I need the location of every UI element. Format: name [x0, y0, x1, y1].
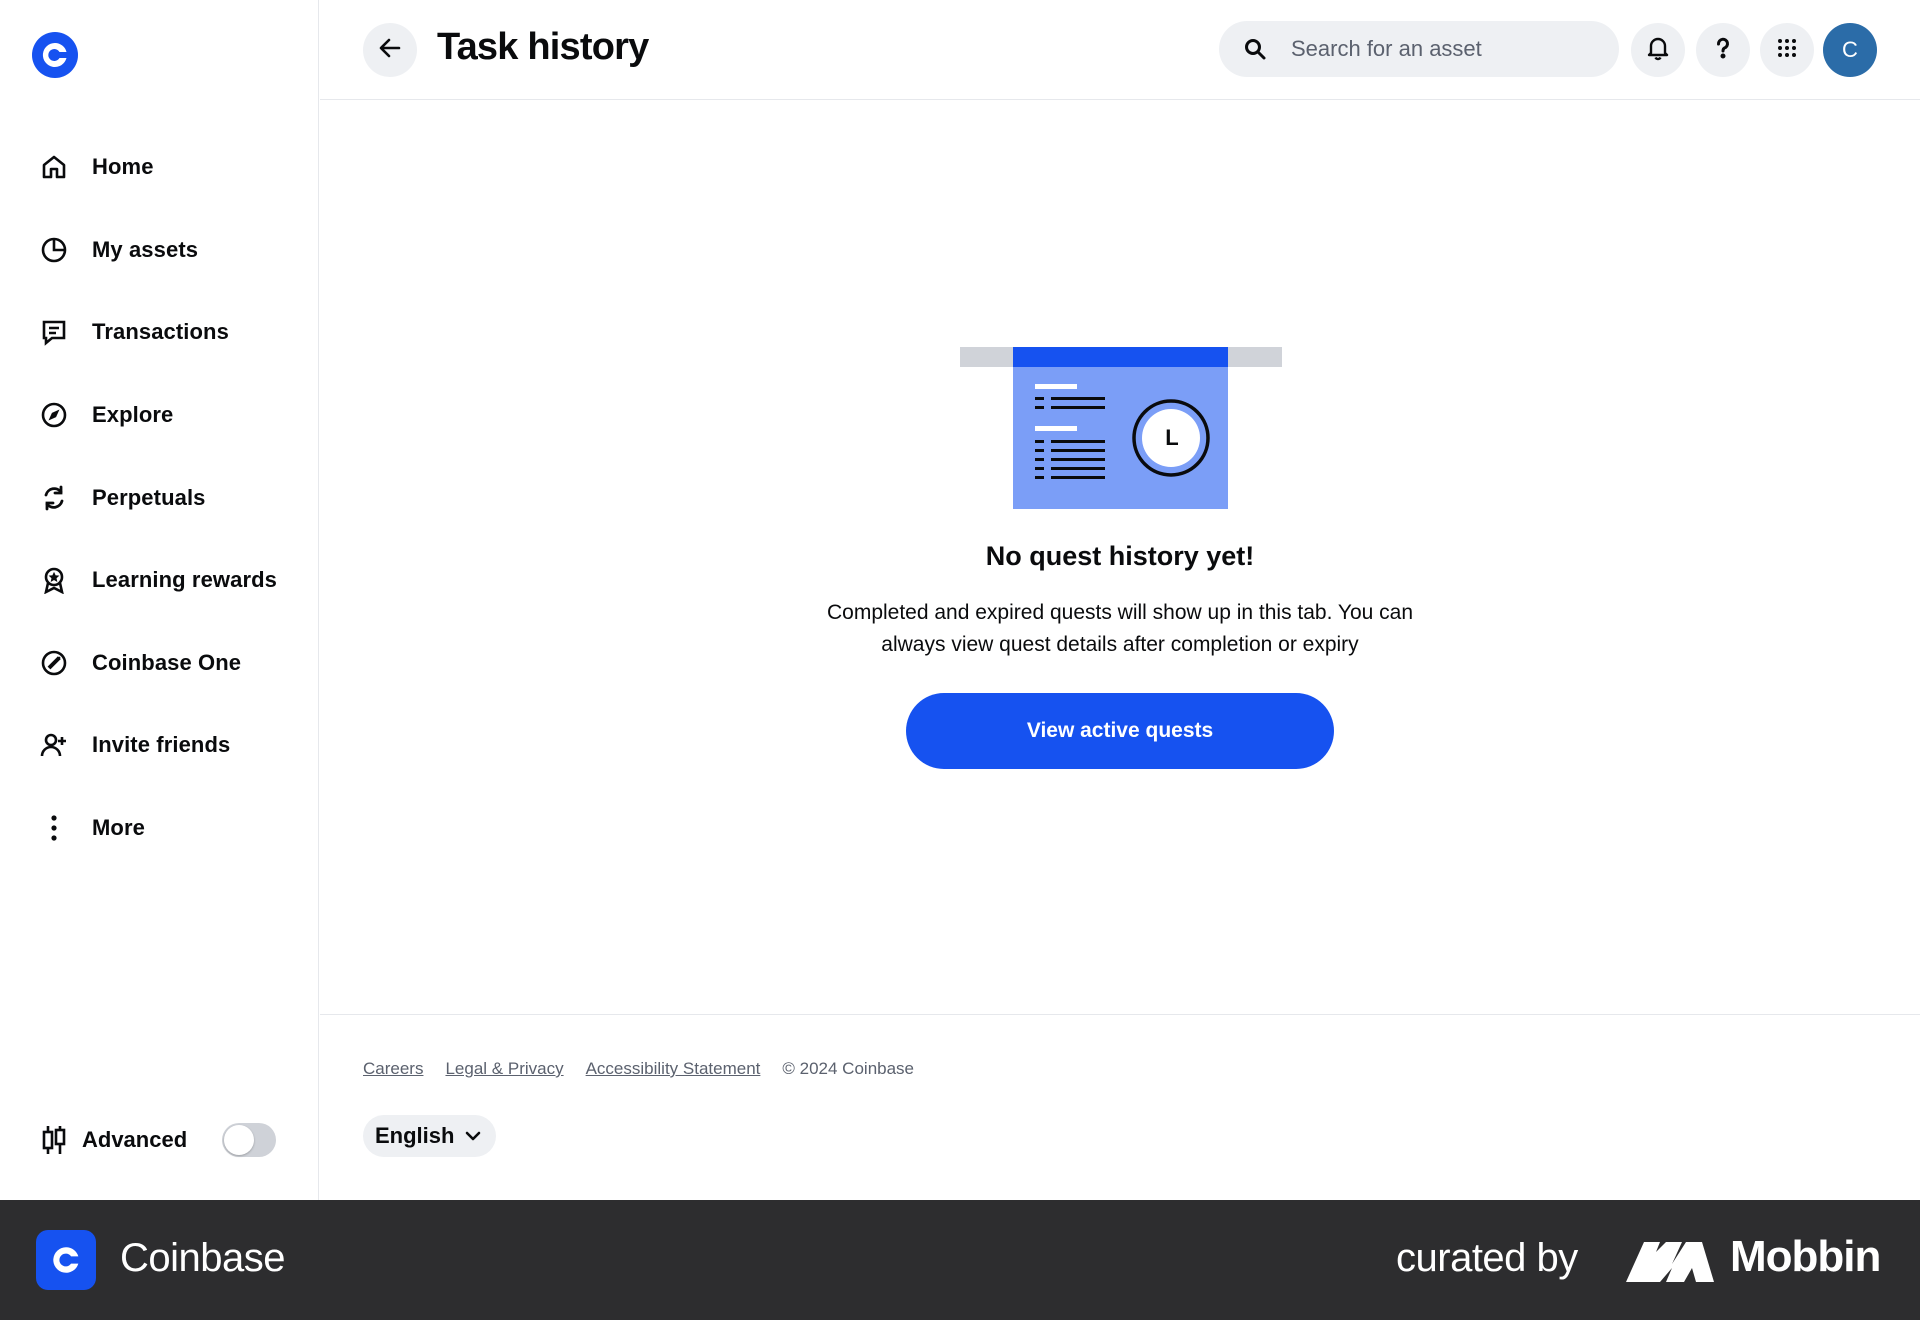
help-button[interactable]: [1696, 23, 1750, 77]
apps-grid-button[interactable]: [1760, 23, 1814, 77]
view-active-quests-button[interactable]: View active quests: [906, 693, 1334, 769]
sidebar-nav: Home My assets Transactions Explore Perp…: [0, 126, 319, 869]
banner-app-name: Coinbase: [120, 1236, 286, 1280]
mobbin-logo-icon: [1626, 1238, 1714, 1282]
grid-icon: [1777, 38, 1797, 63]
sidebar-item-transactions[interactable]: Transactions: [0, 291, 319, 374]
language-label: English: [375, 1123, 455, 1148]
search-icon: [1241, 35, 1269, 63]
sidebar-item-explore[interactable]: Explore: [0, 374, 319, 457]
footer: Careers Legal & Privacy Accessibility St…: [320, 1014, 1920, 1200]
sidebar-item-coinbase-one[interactable]: Coinbase One: [0, 622, 319, 705]
quest-history-illustration: L: [960, 347, 1282, 509]
sidebar: Home My assets Transactions Explore Perp…: [0, 0, 319, 1200]
advanced-toggle[interactable]: [222, 1123, 276, 1157]
refresh-icon: [38, 482, 70, 514]
main-content: L No quest history yet! Completed and ex…: [320, 101, 1920, 1014]
footer-link-careers[interactable]: Careers: [363, 1059, 423, 1079]
sidebar-item-label: Learning rewards: [92, 567, 277, 593]
pie-chart-icon: [38, 234, 70, 266]
sidebar-item-label: More: [92, 815, 145, 841]
sidebar-item-my-assets[interactable]: My assets: [0, 209, 319, 292]
toggle-knob: [224, 1125, 254, 1155]
coinbase-app-icon: [36, 1230, 96, 1290]
more-vertical-icon: [38, 812, 70, 844]
top-header: Task history C: [320, 0, 1920, 100]
arrow-left-icon: [377, 35, 403, 66]
page-title: Task history: [437, 26, 649, 68]
back-button[interactable]: [363, 23, 417, 77]
bell-icon: [1645, 35, 1671, 66]
sidebar-item-label: Home: [92, 154, 154, 180]
language-selector[interactable]: English: [363, 1115, 497, 1157]
sidebar-item-label: Explore: [92, 402, 174, 428]
question-mark-icon: [1710, 35, 1736, 66]
sidebar-item-label: Coinbase One: [92, 649, 242, 675]
sidebar-item-label: Invite friends: [92, 732, 231, 758]
reward-badge-icon: [38, 564, 70, 596]
copyright: © 2024 Coinbase: [782, 1059, 915, 1078]
mobbin-wordmark: Mobbin: [1730, 1232, 1881, 1281]
home-icon: [38, 151, 70, 183]
advanced-label: Advanced: [82, 1127, 188, 1152]
compass-icon: [38, 399, 70, 431]
footer-links: Careers Legal & Privacy Accessibility St…: [363, 1059, 914, 1079]
sidebar-item-learning-rewards[interactable]: Learning rewards: [0, 539, 319, 622]
curated-by-label: curated by: [1396, 1236, 1578, 1280]
candlestick-icon: [40, 1124, 68, 1156]
chevron-down-icon: [464, 1127, 482, 1145]
sidebar-item-more[interactable]: More: [0, 787, 319, 870]
sidebar-item-home[interactable]: Home: [0, 126, 319, 209]
add-user-icon: [38, 729, 70, 761]
coinbase-logo-icon[interactable]: [32, 32, 78, 78]
empty-state-title: No quest history yet!: [985, 541, 1255, 571]
coinbase-one-icon: [38, 647, 70, 679]
sidebar-item-perpetuals[interactable]: Perpetuals: [0, 456, 319, 539]
notifications-button[interactable]: [1631, 23, 1685, 77]
receipt-icon: [38, 316, 70, 348]
search-bar[interactable]: [1219, 21, 1619, 77]
sidebar-item-label: My assets: [92, 236, 199, 262]
sidebar-item-invite-friends[interactable]: Invite friends: [0, 704, 319, 787]
advanced-mode: Advanced: [40, 1118, 280, 1162]
footer-link-legal-privacy[interactable]: Legal & Privacy: [445, 1059, 563, 1079]
search-input[interactable]: [1291, 36, 1591, 62]
avatar[interactable]: C: [1823, 23, 1877, 77]
bottom-banner: Coinbase curated by Mobbin: [0, 1200, 1920, 1320]
empty-state-description: Completed and expired quests will show u…: [826, 601, 1414, 656]
clock-letter: L: [1165, 425, 1179, 450]
footer-link-accessibility[interactable]: Accessibility Statement: [586, 1059, 761, 1079]
sidebar-item-label: Transactions: [92, 319, 229, 345]
sidebar-item-label: Perpetuals: [92, 484, 206, 510]
